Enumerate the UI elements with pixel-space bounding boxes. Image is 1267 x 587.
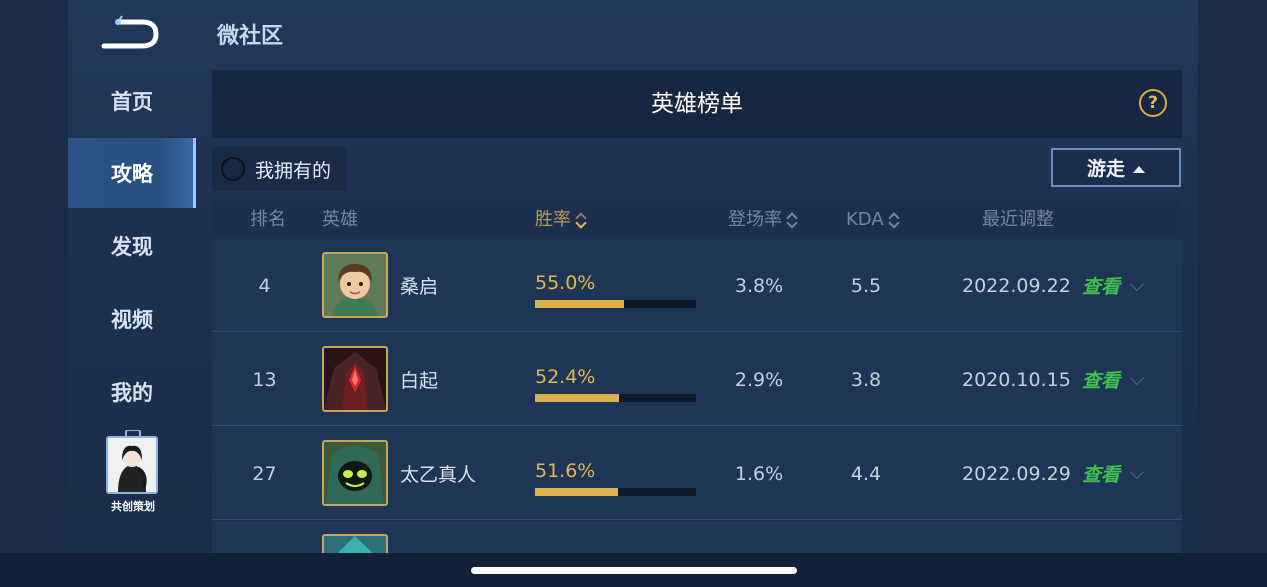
caret-up-icon bbox=[1133, 166, 1145, 173]
hero-avatar bbox=[322, 440, 388, 506]
right-frame bbox=[1198, 0, 1267, 587]
winrate-bar bbox=[535, 394, 696, 402]
sidebar-item-guides[interactable]: 攻略 bbox=[68, 138, 196, 208]
page-title: 微社区 bbox=[217, 24, 284, 49]
kda-value: 5.5 bbox=[850, 274, 882, 297]
owned-filter-label: 我拥有的 bbox=[255, 159, 332, 182]
cocreate-label: 共创策划 bbox=[111, 500, 155, 513]
pickrate-value: 2.9% bbox=[734, 368, 784, 391]
winrate-value: 52.4% bbox=[535, 366, 596, 388]
view-details-link[interactable]: 查看 bbox=[1082, 427, 1120, 520]
table-header: 排名 英雄 胜率 登场率 KDA 最近调整 bbox=[212, 201, 1182, 239]
hero-avatar bbox=[322, 534, 388, 553]
sidebar-item-label: 发现 bbox=[111, 235, 153, 259]
hero-table-body: 4 桑启 55.0% 3.8% 5.5 2022.09.22 查看 13 白起 … bbox=[212, 239, 1182, 553]
left-frame bbox=[0, 0, 68, 587]
column-header-winrate[interactable]: 胜率 bbox=[535, 201, 586, 239]
owned-filter-toggle[interactable]: 我拥有的 bbox=[212, 147, 347, 191]
pickrate-value: 3.8% bbox=[734, 274, 784, 297]
kda-value: 4.4 bbox=[850, 462, 882, 485]
column-header-kda[interactable]: KDA bbox=[846, 201, 899, 239]
chevron-down-icon[interactable] bbox=[1129, 276, 1145, 292]
kda-value: 3.8 bbox=[850, 368, 882, 391]
rank-cell: 4 bbox=[258, 274, 271, 297]
column-header-label: KDA bbox=[846, 209, 884, 230]
home-indicator[interactable] bbox=[471, 567, 797, 574]
column-header-label: 登场率 bbox=[728, 209, 782, 230]
sidebar-item-home[interactable]: 首页 bbox=[68, 66, 196, 136]
sort-icon bbox=[889, 211, 899, 229]
chevron-down-icon[interactable] bbox=[1129, 370, 1145, 386]
view-details-link[interactable]: 查看 bbox=[1082, 333, 1120, 426]
updated-date: 2022.09.22 bbox=[962, 274, 1071, 297]
sort-icon bbox=[576, 211, 586, 229]
hero-name: 太乙真人 bbox=[400, 464, 477, 486]
view-details-link[interactable]: 查看 bbox=[1082, 239, 1120, 332]
sidebar-item-mine[interactable]: 我的 bbox=[68, 357, 196, 427]
sidebar-item-label: 攻略 bbox=[111, 162, 153, 186]
column-header-rank: 排名 bbox=[250, 201, 286, 239]
panel-header: 英雄榜单 ? bbox=[212, 70, 1182, 138]
winrate-value: 55.0% bbox=[535, 272, 596, 294]
table-row-partial[interactable] bbox=[212, 521, 1182, 553]
hero-name: 白起 bbox=[400, 370, 439, 392]
sort-icon bbox=[787, 211, 797, 229]
radio-circle-icon bbox=[221, 157, 245, 181]
back-arrow-icon bbox=[101, 15, 159, 49]
cocreate-avatar bbox=[106, 436, 158, 494]
winrate-value: 51.6% bbox=[535, 460, 596, 482]
rank-cell: 13 bbox=[252, 368, 277, 391]
pickrate-value: 1.6% bbox=[734, 462, 784, 485]
chevron-down-icon[interactable] bbox=[1129, 464, 1145, 480]
sidebar-item-label: 我的 bbox=[111, 381, 153, 405]
updated-date: 2020.10.15 bbox=[962, 368, 1071, 391]
hero-avatar bbox=[322, 252, 388, 318]
updated-date: 2022.09.29 bbox=[962, 462, 1071, 485]
role-dropdown-label: 游走 bbox=[1086, 158, 1125, 180]
role-dropdown[interactable]: 游走 bbox=[1051, 148, 1181, 187]
hero-avatar bbox=[322, 346, 388, 412]
sidebar-item-label: 首页 bbox=[111, 90, 153, 114]
hero-name: 桑启 bbox=[400, 276, 439, 298]
sidebar-item-label: 视频 bbox=[111, 308, 153, 332]
winrate-bar bbox=[535, 300, 696, 308]
sidebar: 首页 攻略 发现 视频 我的 共创策划 bbox=[68, 0, 196, 553]
column-header-label: 胜率 bbox=[535, 209, 571, 230]
column-header-label: 排名 bbox=[250, 209, 286, 230]
winrate-bar-fill bbox=[535, 488, 619, 496]
cocreate-badge[interactable]: 共创策划 bbox=[104, 430, 162, 514]
column-header-label: 最近调整 bbox=[982, 209, 1054, 230]
column-header-label: 英雄 bbox=[322, 209, 358, 230]
back-button[interactable] bbox=[98, 14, 162, 54]
table-row[interactable]: 27 太乙真人 51.6% 1.6% 4.4 2022.09.29 查看 bbox=[212, 427, 1182, 520]
winrate-bar-fill bbox=[535, 300, 624, 308]
sidebar-item-video[interactable]: 视频 bbox=[68, 284, 196, 354]
help-icon[interactable]: ? bbox=[1139, 89, 1167, 117]
table-row[interactable]: 4 桑启 55.0% 3.8% 5.5 2022.09.22 查看 bbox=[212, 239, 1182, 332]
rank-cell: 27 bbox=[252, 462, 277, 485]
table-row[interactable]: 13 白起 52.4% 2.9% 3.8 2020.10.15 查看 bbox=[212, 333, 1182, 426]
panel-title: 英雄榜单 bbox=[651, 91, 743, 117]
column-header-updated: 最近调整 bbox=[982, 201, 1054, 239]
column-header-pickrate[interactable]: 登场率 bbox=[728, 201, 797, 239]
winrate-bar-fill bbox=[535, 394, 620, 402]
column-header-hero: 英雄 bbox=[322, 201, 358, 239]
sidebar-item-discover[interactable]: 发现 bbox=[68, 211, 196, 281]
winrate-bar bbox=[535, 488, 696, 496]
